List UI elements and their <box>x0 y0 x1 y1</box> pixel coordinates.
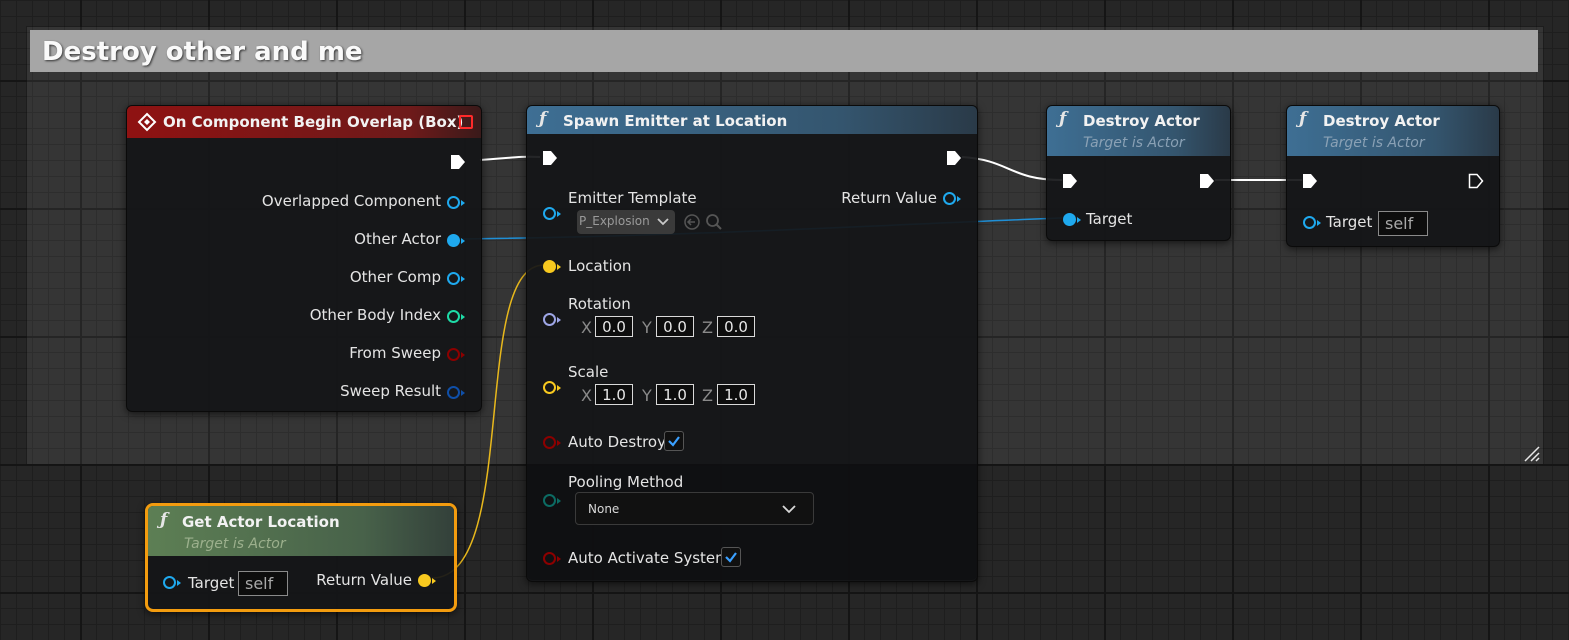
destroy-actor-2-target-input[interactable]: self <box>1378 211 1428 236</box>
exec-out-pin-icon[interactable] <box>946 150 962 166</box>
delegate-output-icon[interactable] <box>459 115 473 129</box>
emitter-template-value: P_Explosion <box>579 214 650 228</box>
destroy-actor-1-header[interactable]: ƒ Destroy Actor Target is Actor <box>1047 106 1230 156</box>
overlapped-component-pin-icon[interactable] <box>447 196 465 209</box>
get-actor-location-header[interactable]: ƒ Get Actor Location Target is Actor <box>148 506 454 556</box>
destroy-actor-1-target-label: Target <box>1086 210 1133 228</box>
spawn-emitter-title: Spawn Emitter at Location <box>563 112 788 130</box>
scale-z-input[interactable]: 1.0 <box>717 384 755 405</box>
exec-out-pin-icon[interactable] <box>1468 173 1484 189</box>
function-icon: ƒ <box>1299 109 1307 129</box>
destroy-actor-2-subtitle: Target is Actor <box>1323 135 1425 151</box>
emitter-template-pin-icon[interactable] <box>543 207 561 220</box>
scale-x-input[interactable]: 1.0 <box>595 384 633 405</box>
exec-in-pin-icon[interactable] <box>1062 173 1078 189</box>
overlap-event-title: On Component Begin Overlap (Box) <box>163 113 464 131</box>
pin-label-sweep-result: Sweep Result <box>340 382 441 400</box>
return-value-pin-icon[interactable] <box>943 192 961 205</box>
pin-label-other-actor: Other Actor <box>354 230 441 248</box>
auto-destroy-checkbox[interactable] <box>664 431 684 451</box>
get-actor-location-title: Get Actor Location <box>182 513 340 531</box>
return-value-vector-pin-icon[interactable] <box>418 574 436 587</box>
scale-pin-icon[interactable] <box>543 381 561 394</box>
return-value-label: Return Value <box>841 189 937 207</box>
scale-y-axis-label: Y <box>642 386 652 405</box>
browse-asset-search-icon[interactable] <box>705 213 723 231</box>
scale-y-input[interactable]: 1.0 <box>656 384 694 405</box>
exec-in-pin-icon[interactable] <box>542 150 558 166</box>
spawn-emitter-node[interactable]: ƒ Spawn Emitter at Location Emitter Temp… <box>526 105 978 582</box>
auto-destroy-pin-icon[interactable] <box>543 436 561 449</box>
scale-z-axis-label: Z <box>702 386 713 405</box>
function-icon: ƒ <box>539 109 547 129</box>
exec-out-pin-icon[interactable] <box>450 154 466 170</box>
destroy-actor-node-2[interactable]: ƒ Destroy Actor Target is Actor Target s… <box>1286 105 1500 247</box>
overlap-event-header[interactable]: On Component Begin Overlap (Box) <box>127 106 481 138</box>
get-location-return-value-label: Return Value <box>316 571 412 589</box>
pooling-method-label: Pooling Method <box>568 473 684 491</box>
chevron-down-icon <box>657 218 669 226</box>
from-sweep-pin-icon[interactable] <box>447 348 465 361</box>
pooling-method-value: None <box>588 502 620 516</box>
location-label: Location <box>568 257 632 275</box>
rotation-z-axis-label: Z <box>702 318 713 337</box>
destroy-actor-node-1[interactable]: ƒ Destroy Actor Target is Actor Target <box>1046 105 1231 241</box>
rotation-y-input[interactable]: 0.0 <box>656 316 694 337</box>
other-body-index-pin-icon[interactable] <box>447 310 465 323</box>
scale-label: Scale <box>568 363 609 381</box>
rotation-label: Rotation <box>568 295 631 313</box>
sweep-result-pin-icon[interactable] <box>447 386 465 399</box>
destroy-actor-2-header[interactable]: ƒ Destroy Actor Target is Actor <box>1287 106 1499 156</box>
target-pin-icon[interactable] <box>163 576 181 589</box>
pin-label-other-body-index: Other Body Index <box>309 306 441 324</box>
auto-destroy-label: Auto Destroy <box>568 433 666 451</box>
rotation-x-axis-label: X <box>581 318 592 337</box>
destroy-actor-2-target-label: Target <box>1326 213 1373 231</box>
rotation-y-axis-label: Y <box>642 318 652 337</box>
auto-activate-label: Auto Activate System <box>568 549 730 567</box>
pin-label-overlapped-component: Overlapped Component <box>261 192 441 210</box>
use-selected-asset-icon[interactable] <box>683 213 701 231</box>
scale-x-axis-label: X <box>581 386 592 405</box>
other-actor-pin-icon[interactable] <box>447 234 465 247</box>
pin-label-from-sweep: From Sweep <box>349 344 441 362</box>
overlap-event-node[interactable]: On Component Begin Overlap (Box) Overlap… <box>126 105 482 412</box>
destroy-actor-2-title: Destroy Actor <box>1323 112 1440 130</box>
other-comp-pin-icon[interactable] <box>447 272 465 285</box>
emitter-template-label: Emitter Template <box>568 189 697 207</box>
destroy-actor-1-title: Destroy Actor <box>1083 112 1200 130</box>
pin-label-other-comp: Other Comp <box>349 268 441 286</box>
chevron-down-icon <box>782 505 796 514</box>
event-diamond-icon <box>137 112 157 132</box>
get-location-target-input[interactable]: self <box>238 571 288 596</box>
rotation-pin-icon[interactable] <box>543 313 561 326</box>
emitter-template-dropdown[interactable]: P_Explosion <box>577 210 675 234</box>
rotation-z-input[interactable]: 0.0 <box>717 316 755 337</box>
pooling-method-pin-icon[interactable] <box>543 494 561 507</box>
checkmark-icon <box>668 436 680 447</box>
function-icon: ƒ <box>1059 109 1067 129</box>
exec-in-pin-icon[interactable] <box>1302 173 1318 189</box>
target-pin-icon[interactable] <box>1303 216 1321 229</box>
checkmark-icon <box>725 552 737 563</box>
location-pin-icon[interactable] <box>543 260 561 273</box>
pooling-method-dropdown[interactable]: None <box>575 492 814 525</box>
exec-out-pin-icon[interactable] <box>1199 173 1215 189</box>
auto-activate-checkbox[interactable] <box>721 547 741 567</box>
destroy-actor-1-subtitle: Target is Actor <box>1083 135 1185 151</box>
target-pin-icon[interactable] <box>1063 213 1081 226</box>
get-actor-location-node[interactable]: ƒ Get Actor Location Target is Actor Tar… <box>145 503 457 612</box>
rotation-x-input[interactable]: 0.0 <box>595 316 633 337</box>
get-actor-location-subtitle: Target is Actor <box>184 536 286 552</box>
get-location-target-label: Target <box>188 574 235 592</box>
spawn-emitter-header[interactable]: ƒ Spawn Emitter at Location <box>527 106 977 134</box>
function-icon: ƒ <box>160 510 168 530</box>
auto-activate-pin-icon[interactable] <box>543 552 561 565</box>
